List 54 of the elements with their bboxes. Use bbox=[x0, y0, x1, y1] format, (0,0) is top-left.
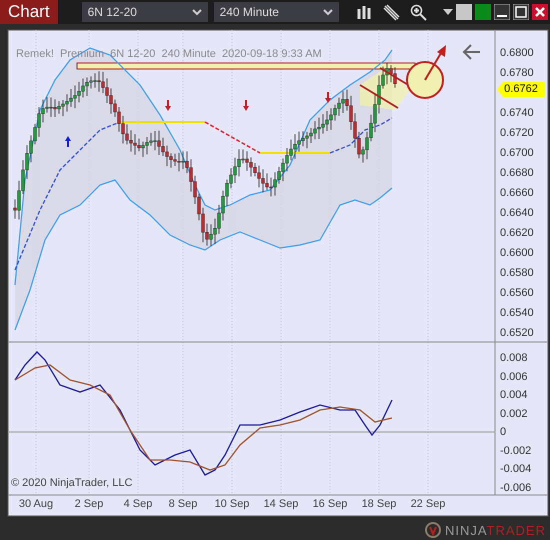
oscillator-tick: 0.006 bbox=[500, 370, 528, 382]
date-label: 18 Sep bbox=[362, 498, 396, 510]
bar-chart-icon[interactable] bbox=[356, 4, 373, 20]
price-tick: 0.6600 bbox=[500, 247, 534, 259]
price-tick: 0.6740 bbox=[500, 107, 534, 119]
down-arrow-icon bbox=[165, 100, 171, 111]
price-tick: 0.6620 bbox=[500, 227, 534, 239]
swatch-icon[interactable] bbox=[456, 4, 472, 20]
chevron-icon bbox=[322, 8, 333, 16]
price-tick: 0.6720 bbox=[500, 127, 534, 139]
date-label: 22 Sep bbox=[410, 498, 446, 510]
arrow-drawing bbox=[424, 45, 446, 80]
price-tick: 0.6640 bbox=[500, 207, 534, 219]
close-icon[interactable] bbox=[532, 4, 548, 20]
last-price: 0.6762 bbox=[497, 82, 545, 97]
chart-tab[interactable]: Chart bbox=[0, 0, 58, 24]
date-label: 2 Sep bbox=[74, 498, 104, 510]
pencil-icon[interactable] bbox=[382, 4, 400, 20]
oscillator-tick: 0.002 bbox=[500, 408, 528, 420]
zoom-icon[interactable] bbox=[410, 4, 427, 20]
interval-dropdown[interactable]: 240 Minute bbox=[214, 2, 339, 22]
oscillator-tick: 0.004 bbox=[500, 389, 528, 401]
oscillator-tick: -0.004 bbox=[500, 463, 532, 475]
chevron-icon bbox=[192, 8, 202, 16]
back-arrow-icon[interactable] bbox=[462, 44, 481, 60]
price-tick: 0.6540 bbox=[500, 307, 534, 319]
price-tick: 0.6560 bbox=[500, 287, 534, 299]
date-label: 10 Sep bbox=[214, 498, 250, 510]
price-tick: 0.6520 bbox=[500, 327, 534, 339]
price-tick: 0.6660 bbox=[500, 187, 534, 199]
oscillator-tick: 0 bbox=[500, 426, 506, 438]
date-label: 16 Sep bbox=[312, 498, 348, 510]
copyright: © 2020 NinjaTrader, LLC bbox=[11, 477, 132, 489]
date-label: 4 Sep bbox=[124, 498, 152, 510]
price-tick: 0.6780 bbox=[500, 67, 534, 79]
up-arrow-icon bbox=[65, 136, 71, 147]
date-label: 14 Sep bbox=[264, 498, 298, 510]
swatch-icon[interactable] bbox=[475, 4, 491, 20]
down-arrow-icon bbox=[243, 100, 249, 111]
minimize-icon[interactable] bbox=[494, 4, 510, 20]
instrument-dropdown[interactable]: 6N 12-20 bbox=[82, 2, 208, 22]
down-arrow-icon bbox=[325, 92, 331, 103]
oscillator-tick: -0.006 bbox=[500, 482, 532, 494]
price-tick: 0.6800 bbox=[500, 47, 534, 59]
ninjatrader-logo: NINJATRADER bbox=[424, 522, 546, 538]
maximize-icon[interactable] bbox=[513, 4, 529, 20]
date-label: 8 Sep bbox=[168, 498, 198, 510]
price-tick: 0.6580 bbox=[500, 267, 534, 279]
price-tick: 0.6700 bbox=[500, 147, 534, 159]
dropdown-icon[interactable] bbox=[443, 9, 453, 15]
oscillator-tick: -0.002 bbox=[500, 444, 532, 456]
date-label: 30 Aug bbox=[18, 498, 54, 510]
price-tick: 0.6680 bbox=[500, 167, 534, 179]
oscillator-tick: 0.008 bbox=[500, 352, 528, 364]
